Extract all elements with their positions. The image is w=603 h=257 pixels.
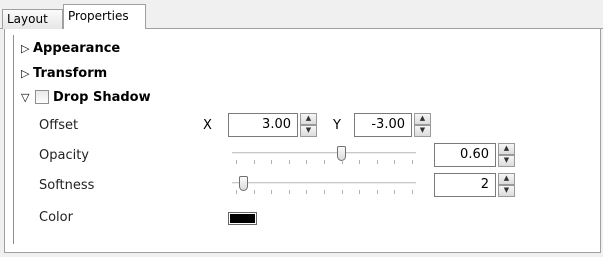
tab-layout[interactable]: Layout	[2, 9, 63, 29]
slider-tick	[359, 160, 360, 164]
slider-tick	[324, 160, 325, 164]
spin-down-icon[interactable]: ▼	[300, 125, 317, 137]
softness-slider[interactable]	[232, 176, 416, 196]
offset-y-input[interactable]: -3.00	[354, 113, 412, 137]
slider-tick	[412, 160, 413, 164]
slider-tick	[306, 190, 307, 194]
section-drop-shadow-label: Drop Shadow	[53, 89, 151, 105]
panel-divider	[13, 35, 14, 244]
spin-down-icon[interactable]: ▼	[414, 125, 431, 137]
spin-down-icon[interactable]: ▼	[498, 185, 515, 197]
opacity-input[interactable]: 0.60	[434, 143, 496, 167]
slider-tick	[342, 190, 343, 194]
softness-label: Softness	[39, 178, 95, 193]
slider-tick	[271, 160, 272, 164]
offset-label: Offset	[39, 118, 79, 133]
offset-x-spinner: 3.00 ▲ ▼	[228, 113, 317, 137]
tab-properties[interactable]: Properties	[63, 4, 146, 29]
softness-input[interactable]: 2	[434, 173, 496, 197]
slider-tick	[254, 190, 255, 194]
section-appearance[interactable]: ▷ Appearance	[21, 38, 120, 58]
offset-x-label: X	[203, 118, 212, 133]
section-transform[interactable]: ▷ Transform	[21, 63, 107, 83]
opacity-spinner: 0.60 ▲ ▼	[434, 143, 515, 167]
slider-tick	[394, 160, 395, 164]
section-appearance-label: Appearance	[33, 40, 121, 56]
spin-down-icon[interactable]: ▼	[498, 155, 515, 167]
slider-tick	[359, 190, 360, 194]
slider-tick	[377, 160, 378, 164]
drop-shadow-checkbox[interactable]	[35, 90, 49, 104]
properties-panel: ▷ Appearance ▷ Transform ▽ Drop Shadow O…	[4, 29, 601, 253]
slider-tick	[377, 190, 378, 194]
spin-up-icon[interactable]: ▲	[498, 173, 515, 185]
opacity-slider[interactable]	[232, 146, 416, 166]
color-label: Color	[39, 210, 73, 225]
section-transform-label: Transform	[33, 65, 108, 81]
slider-tick	[342, 160, 343, 164]
spin-up-icon[interactable]: ▲	[300, 113, 317, 125]
spin-up-icon[interactable]: ▲	[498, 143, 515, 155]
slider-tick	[271, 190, 272, 194]
color-swatch[interactable]	[228, 212, 257, 225]
softness-spinner: 2 ▲ ▼	[434, 173, 515, 197]
tab-bar: Layout Properties	[0, 0, 603, 29]
offset-x-input[interactable]: 3.00	[228, 113, 298, 137]
triangle-right-icon[interactable]: ▷	[21, 68, 33, 79]
slider-tick	[254, 160, 255, 164]
slider-track	[232, 152, 416, 154]
slider-thumb[interactable]	[239, 176, 248, 191]
slider-tick	[412, 190, 413, 194]
slider-thumb[interactable]	[337, 146, 346, 161]
slider-track	[232, 182, 416, 184]
slider-tick	[394, 190, 395, 194]
offset-y-spinner: -3.00 ▲ ▼	[354, 113, 431, 137]
triangle-down-icon[interactable]: ▽	[21, 92, 33, 103]
slider-tick	[236, 190, 237, 194]
opacity-label: Opacity	[39, 148, 90, 163]
offset-y-label: Y	[333, 118, 341, 133]
slider-tick	[289, 190, 290, 194]
spin-up-icon[interactable]: ▲	[414, 113, 431, 125]
triangle-right-icon[interactable]: ▷	[21, 43, 33, 54]
slider-tick	[324, 190, 325, 194]
color-swatch-fill	[230, 214, 255, 223]
slider-tick	[236, 160, 237, 164]
slider-tick	[306, 160, 307, 164]
slider-tick	[289, 160, 290, 164]
section-drop-shadow[interactable]: ▽ Drop Shadow	[21, 87, 151, 107]
